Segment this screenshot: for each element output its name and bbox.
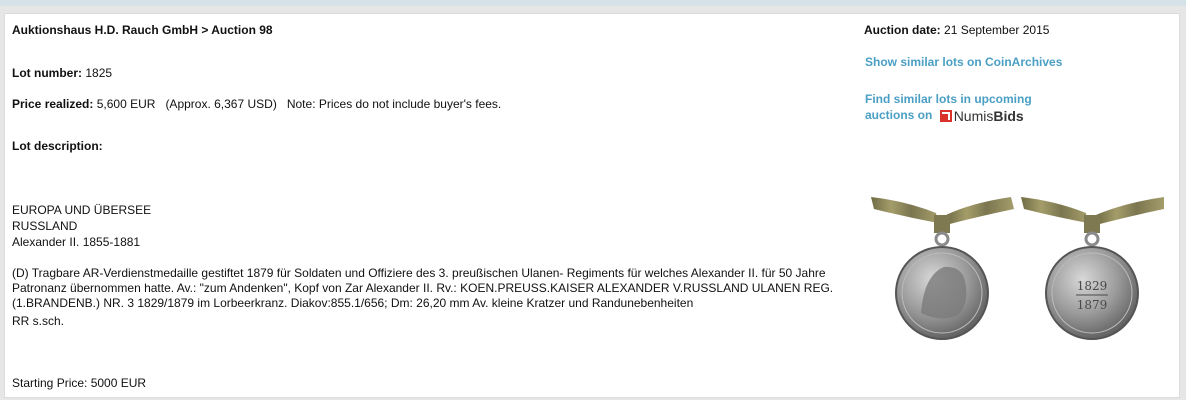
numisbids-mark-icon	[939, 110, 952, 122]
rarity-grade: RR s.sch.	[12, 314, 65, 328]
medal-year-1879: 1879	[1077, 298, 1108, 312]
breadcrumb[interactable]: Auktionshaus H.D. Rauch GmbH > Auction 9…	[12, 23, 273, 38]
region-line-3: Alexander II. 1855-1881	[12, 235, 141, 249]
auction-date-value: 21 September 2015	[944, 23, 1050, 37]
auction-date-label: Auction date:	[864, 23, 941, 37]
lot-description-label: Lot description:	[12, 139, 103, 153]
price-approx: (Approx. 6,367 USD)	[165, 97, 277, 111]
lot-panel: Auktionshaus H.D. Rauch GmbH > Auction 9…	[4, 13, 1180, 398]
lot-number-value: 1825	[85, 66, 113, 80]
medal-year-1829: 1829	[1077, 279, 1108, 293]
price-value: 5,600 EUR	[96, 97, 156, 111]
numisbids-logo-light: Numis	[953, 108, 994, 124]
similar-lots-coinarchives-link[interactable]: Show similar lots on CoinArchives	[865, 54, 1062, 70]
top-bar	[0, 0, 1186, 6]
starting-price: Starting Price: 5000 EUR	[12, 376, 147, 390]
region-line-1: EUROPA UND ÜBERSEE	[12, 203, 152, 217]
lot-number-label: Lot number:	[12, 66, 82, 80]
lot-description-text: (D) Tragbare AR-Verdienstmedaille gestif…	[12, 266, 834, 310]
medal-reverse: 1829 1879	[1021, 197, 1164, 340]
numisbids-upcoming-link[interactable]: Find similar lots in upcoming auctions o…	[865, 91, 1065, 125]
find-link-line2: auctions on	[865, 108, 933, 122]
price-realized: Price realized: 5,600 EUR (Approx. 6,367…	[12, 97, 501, 112]
region-line-2: RUSSLAND	[12, 219, 78, 233]
medal-photo: 1829 1879	[871, 197, 1164, 340]
lot-image[interactable]: 1829 1879	[866, 195, 1176, 365]
numisbids-logo: NumisBids	[939, 108, 1024, 125]
price-label: Price realized:	[12, 97, 94, 111]
auction-date: Auction date: 21 September 2015	[864, 23, 1049, 38]
find-link-line1: Find similar lots in upcoming	[865, 92, 1032, 106]
medal-obverse	[871, 197, 1014, 340]
lot-number: Lot number: 1825	[12, 66, 112, 81]
numisbids-logo-bold: Bids	[993, 108, 1024, 124]
price-note: Note: Prices do not include buyer's fees…	[286, 97, 502, 111]
